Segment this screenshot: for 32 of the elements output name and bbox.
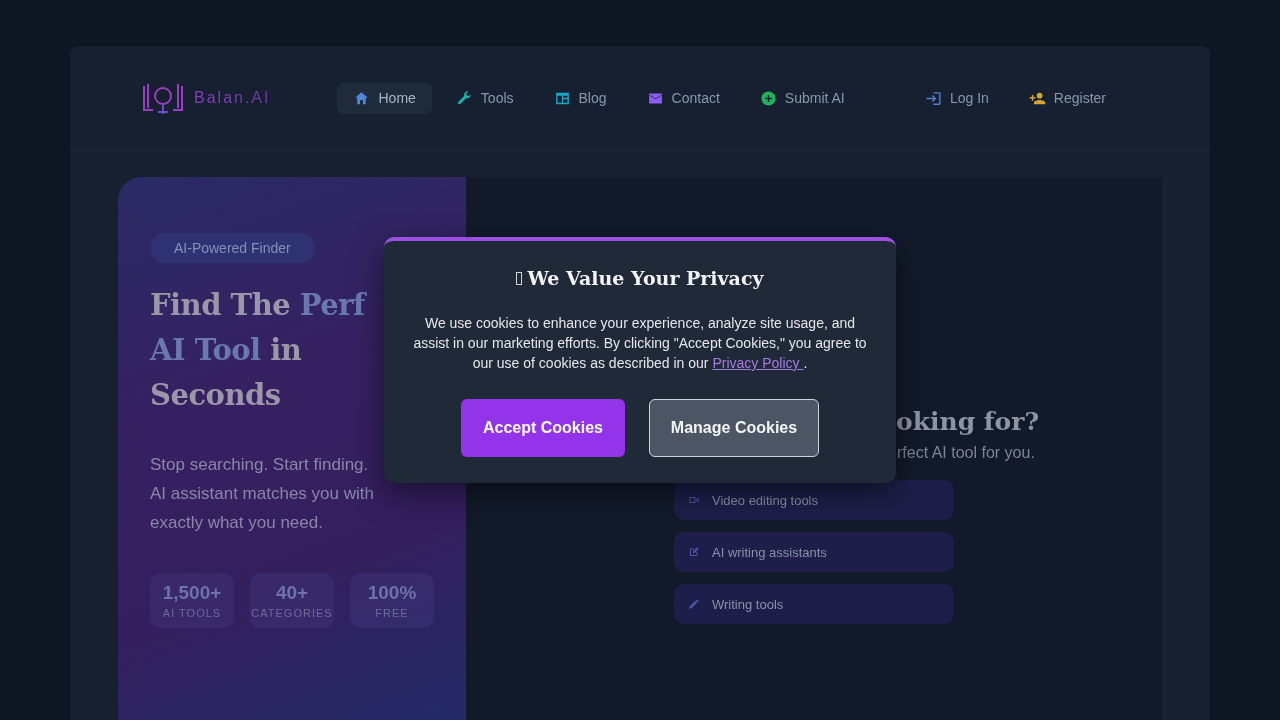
nav-link[interactable]: Contact xyxy=(630,82,736,114)
search-subheading: rfect AI tool for you. xyxy=(897,444,1036,462)
search-heading: oking for? xyxy=(896,407,1041,436)
stat-label: AI TOOLS xyxy=(162,607,222,619)
modal-title: We Value Your Privacy xyxy=(527,267,764,289)
stat-value: 1,500+ xyxy=(162,582,222,604)
stat-label: CATEGORIES xyxy=(251,607,333,619)
hero-subtitle: AI assistant matches you with xyxy=(150,483,374,505)
feature-badge: AI-Powered Finder xyxy=(150,233,315,263)
accept-button[interactable]: Accept Cookies xyxy=(461,399,625,457)
hero-heading: Find The Perf AI Tool in Seconds xyxy=(150,287,365,414)
stat-value: 100% xyxy=(367,582,417,604)
suggestion-chip[interactable]: Video editing tools xyxy=(674,480,954,520)
missing-glyph-icon xyxy=(516,271,523,285)
stat-label: FREE xyxy=(375,607,409,619)
suggestion-chip[interactable]: Writing tools xyxy=(674,584,954,624)
nav-link[interactable]: Tools xyxy=(439,82,530,114)
auth-link[interactable]: Log In xyxy=(908,82,1005,114)
suggestion-chip[interactable]: AI writing assistants xyxy=(674,532,954,572)
privacy-policy-link[interactable]: Privacy Policy xyxy=(712,355,804,371)
manage-button[interactable]: Manage Cookies xyxy=(649,399,819,457)
nav-link[interactable]: Home xyxy=(337,82,432,114)
nav-link[interactable]: Submit AI xyxy=(743,82,861,114)
hero-subtitle: Stop searching. Start finding. xyxy=(150,454,370,476)
nav-link[interactable]: Blog xyxy=(537,82,623,114)
pencil-icon xyxy=(688,598,700,610)
video-camera-icon xyxy=(688,494,700,506)
stat-value: 40+ xyxy=(275,582,309,604)
hero-subtitle: exactly what you need. xyxy=(150,512,324,534)
cookie-notice-text: We use cookies to enhance your experience, analyze site usage, and assist in our marketing efforts. By clicking "Accept Cookies," you agree to our use of cookies as described in our Privacy Policy . xyxy=(412,314,868,373)
auth-link[interactable]: Register xyxy=(1012,82,1122,114)
edit-icon xyxy=(688,546,700,558)
